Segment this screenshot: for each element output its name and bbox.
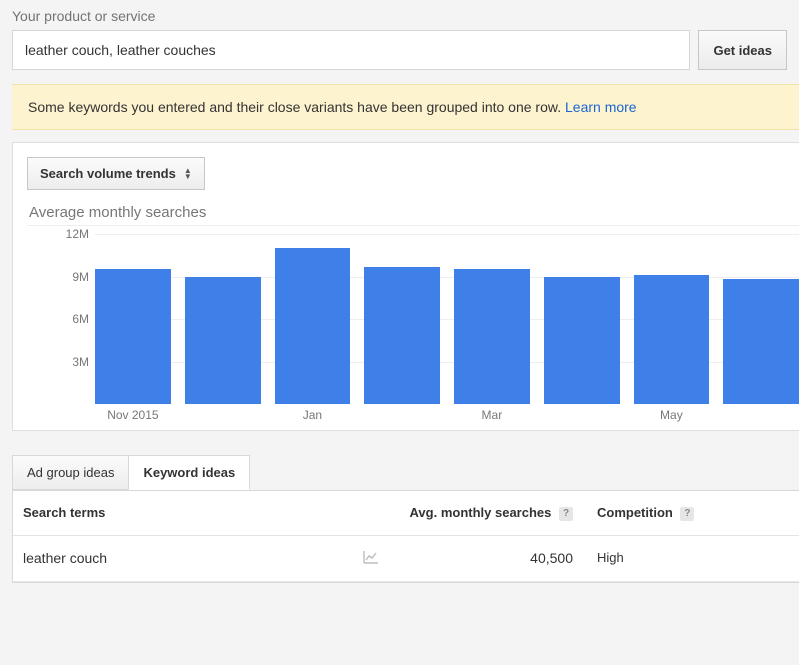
bar[interactable] [185,277,261,405]
bar[interactable] [544,277,620,405]
tab-ad-group-ideas[interactable]: Ad group ideas [12,455,129,490]
bar-column [544,277,620,405]
bar[interactable] [364,267,440,404]
y-tick-label: 9M [45,270,89,284]
product-field-label: Your product or service [12,8,787,24]
x-axis-labels: Nov 2015 Jan Mar May [95,408,799,424]
cell-avg-searches: 40,500 [353,536,583,581]
bar[interactable] [454,269,530,404]
notice-text: Some keywords you entered and their clos… [28,99,561,115]
ideas-tabs: Ad group ideas Keyword ideas [12,455,799,490]
x-tick-label: May [634,408,710,424]
x-tick-label [723,408,799,424]
product-input[interactable] [12,30,690,70]
learn-more-link[interactable]: Learn more [565,99,637,115]
bar-column [454,269,530,404]
bar-column [723,279,799,404]
bar-column [364,267,440,404]
chart-title: Average monthly searches [29,204,799,221]
grouped-keywords-notice: Some keywords you entered and their clos… [12,84,799,130]
help-icon[interactable]: ? [680,507,694,521]
table-row[interactable]: leather couch 40,500 High [13,536,799,582]
bar-column [634,275,710,404]
y-tick-label: 6M [45,312,89,326]
x-tick-label: Mar [454,408,530,424]
y-tick-label: 3M [45,355,89,369]
x-tick-label [364,408,440,424]
bar[interactable] [275,248,351,404]
bar-chart: 3M6M9M12MNov 2015JanMarMay [95,234,799,424]
cell-search-term: leather couch [13,536,353,581]
bar-column [185,277,261,405]
x-tick-label: Nov 2015 [95,408,171,424]
col-header-avg-searches[interactable]: Avg. monthly searches ? [353,491,583,535]
col-header-comp-label: Competition [597,505,673,520]
bars-row [95,234,799,404]
keyword-ideas-table: Search terms Avg. monthly searches ? Com… [12,490,799,583]
col-header-competition[interactable]: Competition ? [583,491,799,535]
x-tick-label [185,408,261,424]
bar[interactable] [95,269,171,404]
x-tick-label: Jan [275,408,351,424]
y-tick-label: 12M [45,227,89,241]
col-header-avg-label: Avg. monthly searches [410,505,552,520]
chart-panel: Search volume trends ▲▼ Average monthly … [12,142,799,431]
col-header-search-terms[interactable]: Search terms [13,491,353,535]
table-header-row: Search terms Avg. monthly searches ? Com… [13,490,799,536]
avg-searches-value: 40,500 [530,550,573,566]
x-tick-label [544,408,620,424]
search-volume-trends-dropdown[interactable]: Search volume trends ▲▼ [27,157,205,190]
bar[interactable] [634,275,710,404]
bar-column [275,248,351,404]
bar[interactable] [723,279,799,404]
trend-chart-icon[interactable] [363,550,379,567]
cell-competition: High [583,536,799,581]
bar-column [95,269,171,404]
trends-dropdown-label: Search volume trends [40,166,176,181]
help-icon[interactable]: ? [559,507,573,521]
sort-icon: ▲▼ [184,168,192,180]
tab-keyword-ideas[interactable]: Keyword ideas [128,455,250,490]
get-ideas-button[interactable]: Get ideas [698,30,787,70]
